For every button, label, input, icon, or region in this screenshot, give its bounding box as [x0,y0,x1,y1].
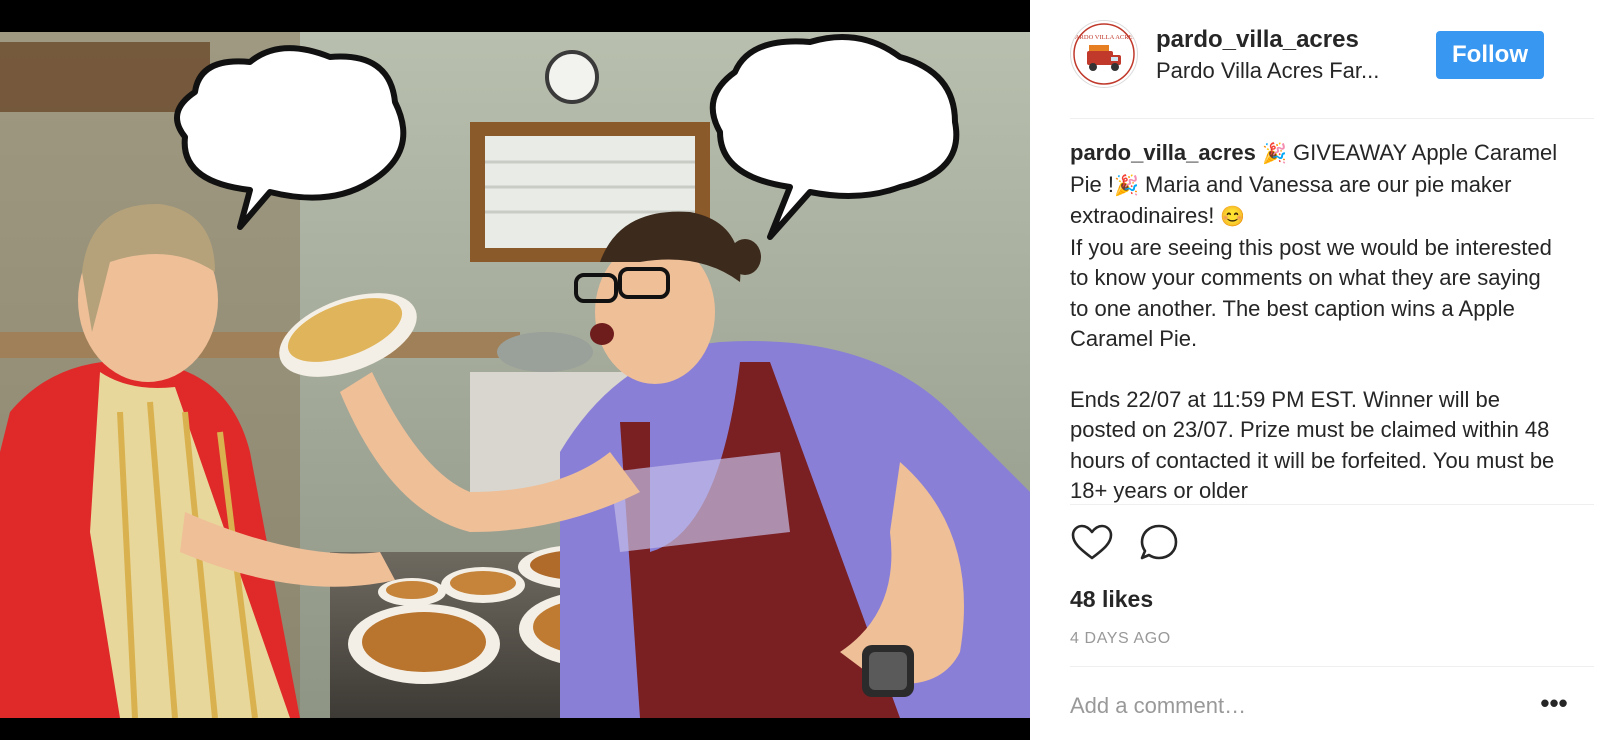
add-comment-input[interactable] [1070,686,1510,726]
caption-paragraph-3: Ends 22/07 at 11:59 PM EST. Winner will … [1070,386,1555,504]
post-header: PARDO VILLA ACRES pardo_villa_acres Pard… [1070,20,1595,90]
post-caption: pardo_villa_acres 🎉 GIVEAWAY Apple Caram… [1070,138,1564,510]
caption-divider [1070,504,1594,505]
party-popper-emoji: 🎉 [1262,143,1287,165]
photo-scene [0,32,1030,718]
caption-paragraph-1: pardo_villa_acres 🎉 GIVEAWAY Apple Caram… [1070,138,1564,233]
smile-emoji: 😊 [1220,206,1246,228]
back-counter [0,332,520,358]
account-username[interactable]: pardo_villa_acres [1156,26,1359,54]
likes-count[interactable]: 48 likes [1070,586,1153,613]
post-info-pane: PARDO VILLA ACRES pardo_villa_acres Pard… [1030,0,1600,740]
account-display-name[interactable]: Pardo Villa Acres Far... [1156,58,1426,84]
party-popper-emoji: 🎉 [1114,174,1139,197]
caption-paragraph-2: If you are seeing this post we would be … [1070,234,1552,352]
avatar-logo-text: PARDO VILLA ACRES [1072,34,1137,41]
caption-username[interactable]: pardo_villa_acres [1070,140,1256,165]
account-avatar[interactable]: PARDO VILLA ACRES [1070,20,1138,88]
cabinet [0,42,210,112]
comment-divider [1070,666,1594,667]
more-options-icon[interactable]: ••• [1534,690,1574,724]
follow-button[interactable]: Follow [1436,31,1544,79]
wall-clock [545,50,599,104]
post-timestamp[interactable]: 4 DAYS AGO [1070,630,1171,648]
header-divider [1070,118,1594,119]
pot [497,332,593,372]
comment-icon[interactable] [1138,522,1182,566]
heart-icon[interactable] [1070,522,1114,566]
post-photo[interactable] [0,0,1030,740]
